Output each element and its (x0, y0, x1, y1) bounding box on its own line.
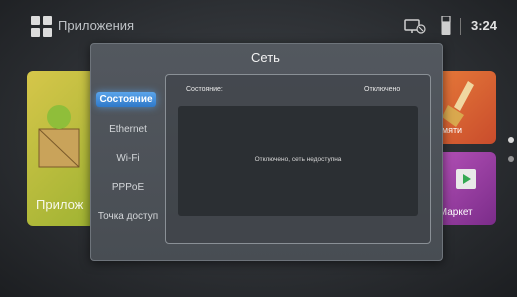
menu-item-status[interactable]: Состояние (96, 92, 156, 107)
dialog-title: Сеть (251, 50, 280, 65)
status-divider (460, 18, 461, 35)
play-store-icon (456, 169, 476, 189)
page-title: Приложения (58, 18, 135, 33)
usb-storage-icon (441, 16, 451, 35)
page-indicator-dot (508, 156, 514, 162)
menu-item-wifi[interactable]: Wi-Fi (92, 153, 164, 164)
status-value: Отключено (364, 86, 401, 93)
menu-item-ethernet[interactable]: Ethernet (92, 124, 164, 135)
network-disconnected-icon (404, 19, 426, 34)
apps-grid-icon (31, 16, 53, 38)
menu-item-hotspot[interactable]: Точка доступ (92, 211, 164, 222)
status-message: Отключено, сеть недоступна (254, 156, 342, 163)
clock: 3:24 (471, 18, 498, 33)
status-label: Состояние: (186, 86, 223, 93)
tile-label-apps: Прилож (36, 197, 84, 212)
page-indicator-dot (508, 137, 514, 143)
menu-item-pppoe[interactable]: PPPoE (92, 182, 164, 193)
